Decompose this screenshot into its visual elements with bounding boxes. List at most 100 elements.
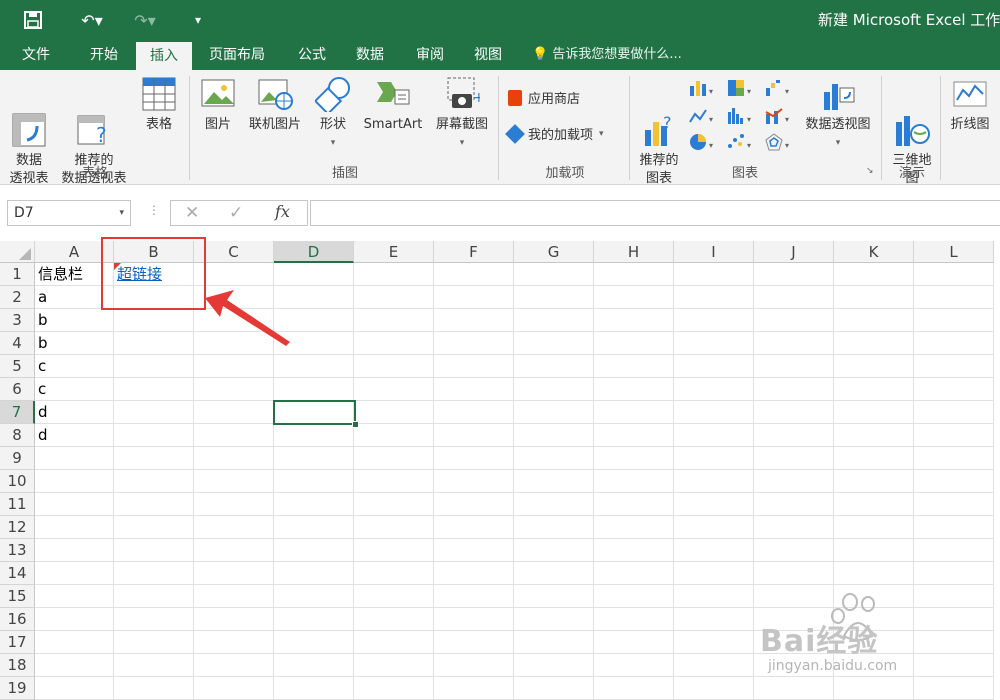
cell-a16[interactable]: [35, 608, 114, 631]
cell-d6[interactable]: [274, 378, 354, 401]
cell-g18[interactable]: [514, 654, 594, 677]
cell-h17[interactable]: [594, 631, 674, 654]
cell-d16[interactable]: [274, 608, 354, 631]
cell-b19[interactable]: [114, 677, 194, 700]
row-header-1[interactable]: 1: [0, 263, 35, 286]
tab-insert[interactable]: 插入: [136, 42, 192, 70]
cell-f11[interactable]: [434, 493, 514, 516]
row-header-6[interactable]: 6: [0, 378, 35, 401]
cell-b13[interactable]: [114, 539, 194, 562]
cell-l13[interactable]: [914, 539, 994, 562]
fill-handle[interactable]: [352, 421, 359, 428]
cell-l14[interactable]: [914, 562, 994, 585]
cell-h5[interactable]: [594, 355, 674, 378]
cell-h8[interactable]: [594, 424, 674, 447]
cell-g9[interactable]: [514, 447, 594, 470]
tab-view[interactable]: 视图: [460, 40, 516, 70]
cell-b9[interactable]: [114, 447, 194, 470]
cell-d10[interactable]: [274, 470, 354, 493]
cell-a17[interactable]: [35, 631, 114, 654]
row-header-17[interactable]: 17: [0, 631, 35, 654]
cell-f12[interactable]: [434, 516, 514, 539]
cell-d15[interactable]: [274, 585, 354, 608]
cell-b12[interactable]: [114, 516, 194, 539]
cell-j7[interactable]: [754, 401, 834, 424]
cell-d13[interactable]: [274, 539, 354, 562]
cell-k10[interactable]: [834, 470, 914, 493]
cell-f16[interactable]: [434, 608, 514, 631]
cell-b5[interactable]: [114, 355, 194, 378]
shapes-button[interactable]: 形状 ▾: [310, 76, 356, 152]
cell-j4[interactable]: [754, 332, 834, 355]
cell-l4[interactable]: [914, 332, 994, 355]
cell-i17[interactable]: [674, 631, 754, 654]
cell-a11[interactable]: [35, 493, 114, 516]
cell-h3[interactable]: [594, 309, 674, 332]
column-header-c[interactable]: C: [194, 241, 274, 263]
row-header-5[interactable]: 5: [0, 355, 35, 378]
cell-h15[interactable]: [594, 585, 674, 608]
cell-j9[interactable]: [754, 447, 834, 470]
cell-k2[interactable]: [834, 286, 914, 309]
store-button[interactable]: 应用商店: [508, 88, 580, 107]
cell-g16[interactable]: [514, 608, 594, 631]
undo-icon[interactable]: ↶▾: [72, 0, 112, 40]
cell-e5[interactable]: [354, 355, 434, 378]
cell-h16[interactable]: [594, 608, 674, 631]
cell-f9[interactable]: [434, 447, 514, 470]
cell-k9[interactable]: [834, 447, 914, 470]
tell-me-search[interactable]: 💡 告诉我您想要做什么...: [532, 40, 682, 70]
cell-h10[interactable]: [594, 470, 674, 493]
cell-h18[interactable]: [594, 654, 674, 677]
column-header-h[interactable]: H: [594, 241, 674, 263]
customize-qat-icon[interactable]: ▾: [188, 0, 208, 40]
cell-b6[interactable]: [114, 378, 194, 401]
cell-k7[interactable]: [834, 401, 914, 424]
tab-file[interactable]: 文件: [6, 40, 66, 70]
cell-h1[interactable]: [594, 263, 674, 286]
cell-f15[interactable]: [434, 585, 514, 608]
cell-i11[interactable]: [674, 493, 754, 516]
cell-f1[interactable]: [434, 263, 514, 286]
cell-c12[interactable]: [194, 516, 274, 539]
formula-bar-grip-icon[interactable]: ⋮: [148, 203, 160, 217]
cell-f5[interactable]: [434, 355, 514, 378]
cell-e19[interactable]: [354, 677, 434, 700]
waterfall-chart-icon[interactable]: ▾: [764, 78, 792, 98]
cell-a10[interactable]: [35, 470, 114, 493]
cell-g14[interactable]: [514, 562, 594, 585]
tab-data[interactable]: 数据: [342, 40, 398, 70]
cell-i2[interactable]: [674, 286, 754, 309]
cell-i12[interactable]: [674, 516, 754, 539]
pivot-chart-button[interactable]: 数据透视图 ▾: [798, 76, 878, 152]
cell-h2[interactable]: [594, 286, 674, 309]
cell-i5[interactable]: [674, 355, 754, 378]
cancel-icon[interactable]: ✕: [185, 203, 199, 223]
cell-l7[interactable]: [914, 401, 994, 424]
cell-e18[interactable]: [354, 654, 434, 677]
cell-g10[interactable]: [514, 470, 594, 493]
cell-a7[interactable]: d: [35, 401, 114, 424]
row-header-10[interactable]: 10: [0, 470, 35, 493]
cell-j2[interactable]: [754, 286, 834, 309]
cell-f13[interactable]: [434, 539, 514, 562]
cell-i4[interactable]: [674, 332, 754, 355]
cell-e11[interactable]: [354, 493, 434, 516]
column-header-l[interactable]: L: [914, 241, 994, 263]
cell-c9[interactable]: [194, 447, 274, 470]
cell-a14[interactable]: [35, 562, 114, 585]
hierarchy-chart-icon[interactable]: ▾: [726, 78, 754, 98]
cell-g12[interactable]: [514, 516, 594, 539]
cell-c17[interactable]: [194, 631, 274, 654]
cell-i16[interactable]: [674, 608, 754, 631]
cell-j3[interactable]: [754, 309, 834, 332]
row-header-13[interactable]: 13: [0, 539, 35, 562]
screenshot-button[interactable]: + 屏幕截图 ▾: [430, 76, 494, 152]
cell-b11[interactable]: [114, 493, 194, 516]
cell-h14[interactable]: [594, 562, 674, 585]
online-picture-button[interactable]: 联机图片: [243, 76, 307, 134]
enter-icon[interactable]: ✓: [229, 203, 243, 223]
cell-e2[interactable]: [354, 286, 434, 309]
save-icon[interactable]: [18, 0, 48, 40]
cell-j13[interactable]: [754, 539, 834, 562]
